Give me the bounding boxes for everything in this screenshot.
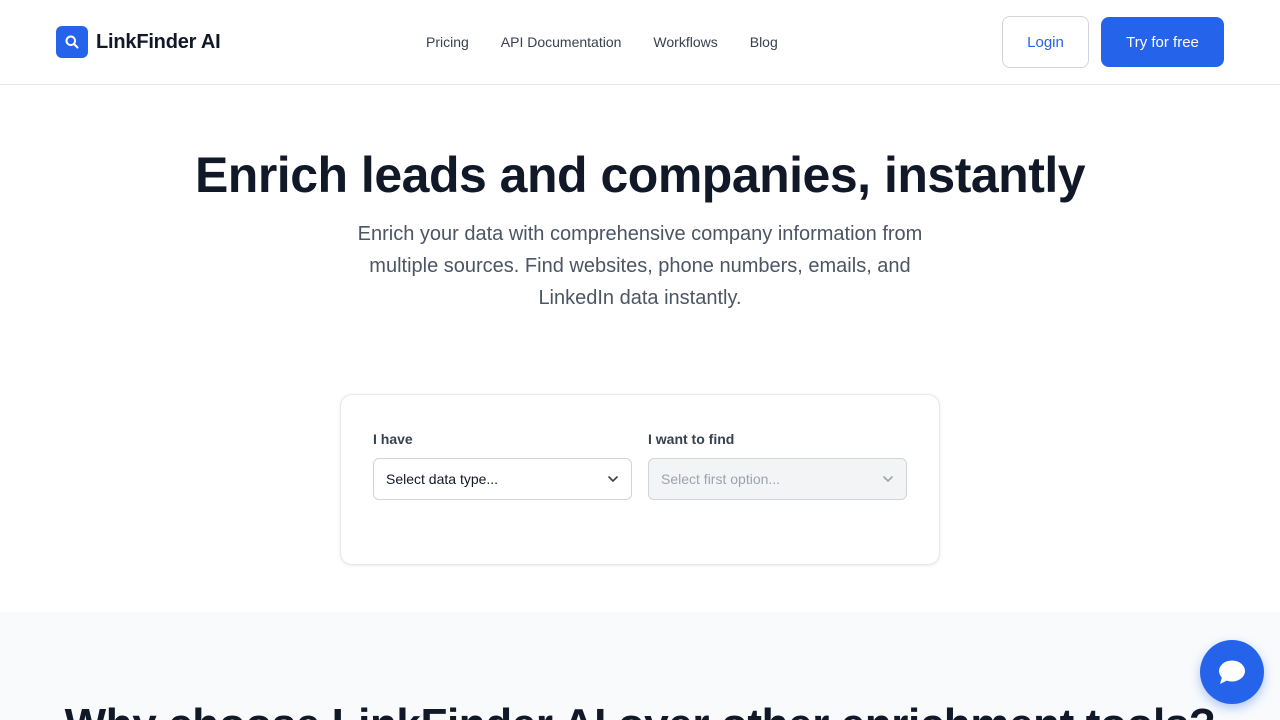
hero-subtitle: Enrich your data with comprehensive comp… bbox=[357, 223, 923, 309]
i-want-to-find-label: I want to find bbox=[648, 431, 735, 447]
find-target-select-value: Select first option... bbox=[661, 471, 781, 487]
nav-workflows[interactable]: Workflows bbox=[653, 33, 717, 51]
logo-link[interactable]: LinkFinder AI bbox=[56, 26, 221, 58]
i-have-label: I have bbox=[373, 431, 413, 447]
nav-api-documentation[interactable]: API Documentation bbox=[501, 33, 622, 51]
site-header: LinkFinder AI Pricing API Documentation … bbox=[0, 0, 1280, 85]
chevron-down-icon bbox=[608, 476, 618, 482]
enrichment-form-card: I have Select data type... I want to fin… bbox=[340, 394, 940, 565]
chevron-down-icon bbox=[883, 476, 893, 482]
brand-name: LinkFinder AI bbox=[96, 30, 221, 53]
main-nav: Pricing API Documentation Workflows Blog bbox=[426, 33, 778, 51]
find-target-select[interactable]: Select first option... bbox=[648, 458, 907, 500]
chat-bubble-icon bbox=[1219, 660, 1245, 684]
why-choose-title: Why choose LinkFinder AI over other enri… bbox=[0, 700, 1280, 720]
hero-title: Enrich leads and companies, instantly bbox=[194, 147, 1086, 203]
nav-blog[interactable]: Blog bbox=[750, 33, 778, 51]
try-for-free-button[interactable]: Try for free bbox=[1101, 17, 1224, 67]
search-icon bbox=[56, 26, 88, 58]
chat-widget-button[interactable] bbox=[1200, 640, 1264, 704]
data-type-select[interactable]: Select data type... bbox=[373, 458, 632, 500]
login-button[interactable]: Login bbox=[1002, 16, 1089, 68]
nav-pricing[interactable]: Pricing bbox=[426, 33, 469, 51]
data-type-select-value: Select data type... bbox=[386, 471, 499, 487]
